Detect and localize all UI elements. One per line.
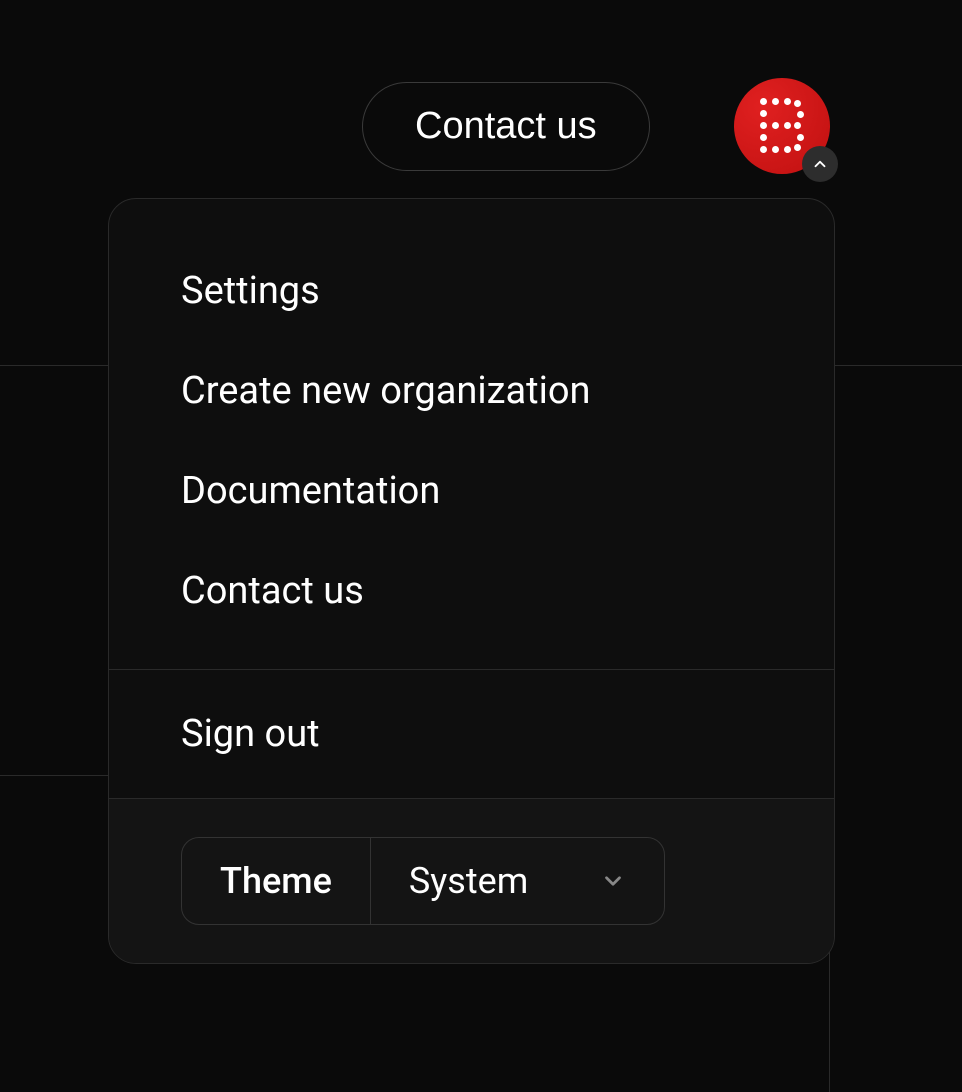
menu-item-create-organization[interactable]: Create new organization <box>109 341 834 441</box>
avatar-menu-trigger[interactable] <box>734 78 830 174</box>
chevron-down-icon <box>600 868 626 894</box>
menu-item-sign-out[interactable]: Sign out <box>109 670 834 798</box>
theme-control: Theme System <box>181 837 665 925</box>
theme-section: Theme System <box>109 799 834 963</box>
theme-label: Theme <box>182 838 371 924</box>
avatar-logo-icon <box>760 98 804 154</box>
chevron-up-icon <box>802 146 838 182</box>
user-dropdown-menu: Settings Create new organization Documen… <box>108 198 835 964</box>
theme-value: System <box>409 860 528 902</box>
menu-item-contact-us[interactable]: Contact us <box>109 541 834 641</box>
contact-us-button[interactable]: Contact us <box>362 82 650 171</box>
menu-item-documentation[interactable]: Documentation <box>109 441 834 541</box>
theme-select[interactable]: System <box>371 838 664 924</box>
menu-item-settings[interactable]: Settings <box>109 241 834 341</box>
